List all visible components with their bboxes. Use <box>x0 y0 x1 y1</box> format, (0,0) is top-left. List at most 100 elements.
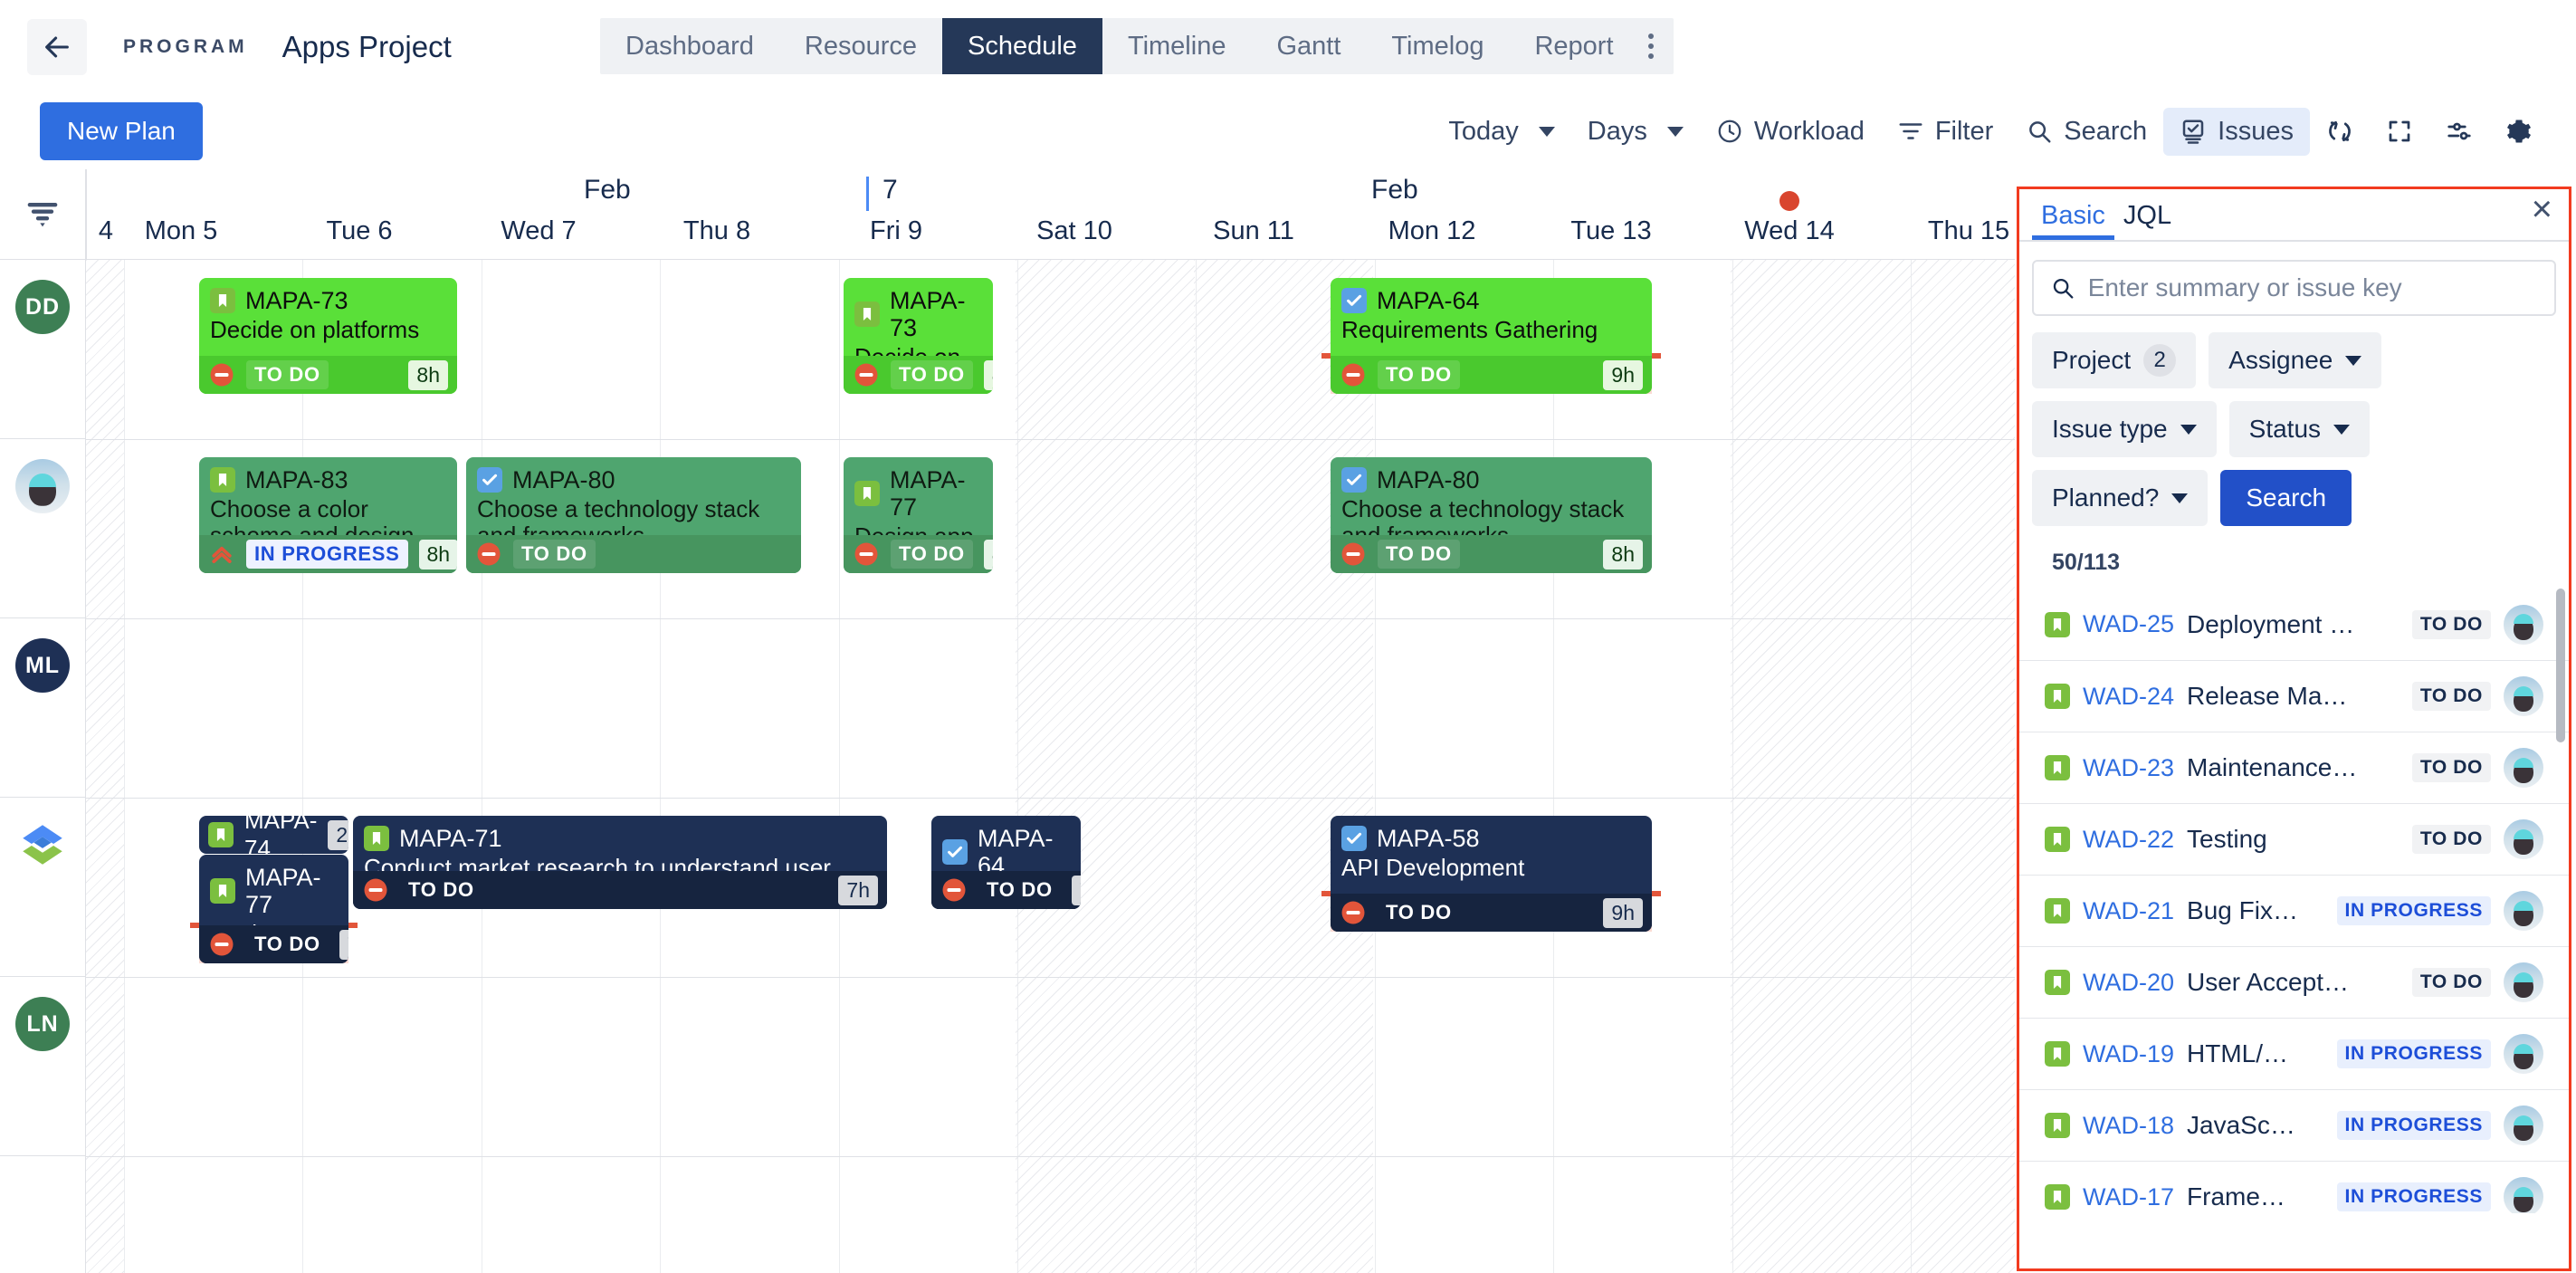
avatar[interactable] <box>2504 819 2543 859</box>
task-card[interactable]: MAPA-80 Choose a technology stack and fra… <box>1331 457 1652 573</box>
issue-summary: Maintenance… <box>2187 753 2358 781</box>
issue-key[interactable]: WAD-21 <box>2083 897 2174 925</box>
priority-high-icon <box>212 546 232 563</box>
status-badge: TO DO <box>254 933 320 955</box>
days-selector[interactable]: Days <box>1571 108 1700 156</box>
filter-chip-project[interactable]: Project 2 <box>2032 332 2197 388</box>
issue-list-item[interactable]: WAD-23 Maintenance… TO DO <box>2019 732 2569 803</box>
task-key: MAPA-77 <box>890 466 966 521</box>
issue-key[interactable]: WAD-17 <box>2083 1183 2174 1211</box>
task-card[interactable]: MAPA-64 Requirements Gathering TO DO 9h <box>1331 278 1652 394</box>
task-card[interactable]: MAPA-64Requirements Gathering TO DO 7h <box>931 816 1081 909</box>
issue-key[interactable]: WAD-25 <box>2083 610 2174 638</box>
back-button[interactable] <box>27 18 87 75</box>
filter-chip-assignee[interactable]: Assignee <box>2209 332 2382 388</box>
avatar[interactable] <box>15 818 70 872</box>
search-button[interactable]: Search <box>2009 108 2163 156</box>
avatar[interactable] <box>2504 1034 2543 1074</box>
task-card[interactable]: MAPA-58 API Development TO DO 9h <box>1331 816 1652 932</box>
new-plan-button[interactable]: New Plan <box>40 102 203 160</box>
close-icon[interactable]: × <box>2523 187 2562 231</box>
issue-list-item[interactable]: WAD-17 Frame… IN PROGRESS <box>2019 1161 2569 1213</box>
tab-gantt[interactable]: Gantt <box>1251 18 1366 74</box>
filter-chip-label: Issue type <box>2052 415 2168 443</box>
task-card[interactable]: MAPA-73Decide on platformsTO DO8h <box>844 278 993 394</box>
avatar[interactable] <box>2504 676 2543 716</box>
issue-list-item[interactable]: WAD-24 Release Ma… TO DO <box>2019 660 2569 732</box>
schedule-header: Feb 7 Feb 4 Mon 5 Tue 6 Wed 7 Thu 8 Fri 9 Sat 10… <box>0 169 2015 260</box>
issues-toggle-button[interactable]: Issues <box>2163 107 2310 156</box>
filter-chip-status[interactable]: Status <box>2228 401 2371 457</box>
day-label: Thu 8 <box>682 216 751 245</box>
filter-chip-issuetype[interactable]: Issue type <box>2032 401 2217 457</box>
workload-button[interactable]: Workload <box>1700 108 1881 156</box>
avatar[interactable]: LN <box>15 997 70 1051</box>
search-input[interactable] <box>2087 273 2538 302</box>
tab-timelog[interactable]: Timelog <box>1366 18 1509 74</box>
tab-report[interactable]: Report <box>1509 18 1638 74</box>
task-card-footer: TO DO 8h <box>844 535 993 573</box>
task-hours: 8h <box>408 359 448 390</box>
task-card[interactable]: MAPA-77Design app icons and TO DO 7h <box>199 855 348 963</box>
panel-scrollbar[interactable] <box>2556 589 2565 742</box>
gear-button[interactable] <box>2489 109 2549 154</box>
row-divider <box>86 1156 2015 1157</box>
avatar[interactable] <box>2504 748 2543 788</box>
issue-search-box[interactable] <box>2032 260 2556 316</box>
avatar[interactable]: DD <box>15 280 70 334</box>
fullscreen-button[interactable] <box>2370 109 2429 154</box>
issue-list-item[interactable]: WAD-22 Testing TO DO <box>2019 803 2569 875</box>
filter-button[interactable]: Filter <box>1881 108 2009 156</box>
task-card-footer: TO DO 8h <box>844 356 993 394</box>
avatar[interactable] <box>2504 891 2543 931</box>
task-card[interactable]: MAPA-83 Choose a color scheme and design … <box>199 457 457 573</box>
task-key-row: MAPA-58 <box>1341 825 1641 852</box>
tab-resource[interactable]: Resource <box>779 18 942 74</box>
task-card[interactable]: MAPA-74 2h <box>199 816 348 854</box>
resource-filter-button[interactable] <box>0 169 86 260</box>
avatar[interactable] <box>2504 1177 2543 1213</box>
today-label: Today <box>1448 116 1519 146</box>
tab-timeline[interactable]: Timeline <box>1102 18 1252 74</box>
issue-key[interactable]: WAD-23 <box>2083 754 2174 782</box>
avatar[interactable]: ML <box>15 638 70 693</box>
task-card[interactable]: MAPA-73Decide on platformsTO DO8h <box>199 278 457 394</box>
issue-list-item[interactable]: WAD-19 HTML/… IN PROGRESS <box>2019 1018 2569 1089</box>
avatar[interactable] <box>2504 962 2543 1002</box>
tab-dashboard[interactable]: Dashboard <box>600 18 779 74</box>
issue-key[interactable]: WAD-19 <box>2083 1040 2174 1068</box>
today-selector[interactable]: Today <box>1432 108 1570 156</box>
task-key: MAPA-73 <box>245 287 348 314</box>
issue-key[interactable]: WAD-22 <box>2083 826 2174 854</box>
issue-list-item[interactable]: WAD-25 Deployment … TO DO <box>2019 589 2569 660</box>
issue-key[interactable]: WAD-18 <box>2083 1112 2174 1140</box>
panel-search-button[interactable]: Search <box>2220 470 2352 526</box>
story-bookmark-icon <box>2045 827 2070 852</box>
issue-list-item[interactable]: WAD-18 JavaSc… IN PROGRESS <box>2019 1089 2569 1161</box>
row-divider <box>86 439 2015 440</box>
issue-list-item[interactable]: WAD-21 Bug Fix… IN PROGRESS <box>2019 875 2569 946</box>
panel-tab-basic[interactable]: Basic <box>2032 201 2114 240</box>
avatar[interactable] <box>15 459 70 513</box>
task-summary: Design app icons and other graphic <box>854 523 982 536</box>
task-card[interactable]: MAPA-71 Conduct market research to unders… <box>353 816 887 909</box>
issue-key[interactable]: WAD-20 <box>2083 969 2174 997</box>
panel-tab-jql[interactable]: JQL <box>2114 201 2180 240</box>
filter-chip-planned[interactable]: Planned? <box>2032 470 2209 526</box>
task-card-footer: TO DO 7h <box>353 871 887 909</box>
issue-key[interactable]: WAD-24 <box>2083 683 2174 711</box>
issues-icon <box>2180 118 2207 145</box>
schedule-canvas[interactable]: MAPA-73 Decide on platforms TO DO 8h MAPA-73… <box>86 260 2015 1273</box>
tab-schedule[interactable]: Schedule <box>942 18 1102 74</box>
task-card[interactable]: MAPA-77 Design app icons and other graphi… <box>844 457 993 573</box>
refresh-button[interactable] <box>2310 109 2370 154</box>
blocked-status-icon <box>1341 901 1365 924</box>
more-vertical-icon[interactable] <box>1639 18 1674 74</box>
avatar[interactable] <box>2504 604 2543 645</box>
avatar[interactable] <box>2504 1106 2543 1145</box>
settings-sliders-button[interactable] <box>2429 109 2489 154</box>
status-badge: IN PROGRESS <box>246 540 408 569</box>
issue-list[interactable]: WAD-25 Deployment … TO DO WAD-24 Release Ma…… <box>2019 589 2569 1213</box>
issue-list-item[interactable]: WAD-20 User Accept… TO DO <box>2019 946 2569 1018</box>
task-card[interactable]: MAPA-80 Choose a technology stack and fra… <box>466 457 801 573</box>
